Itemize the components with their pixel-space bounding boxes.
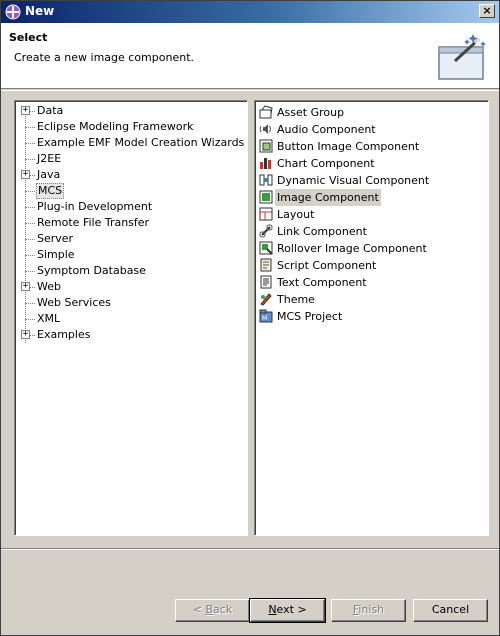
theme-icon xyxy=(260,293,272,306)
window-title: New xyxy=(25,4,55,18)
cancel-button[interactable]: Cancel xyxy=(413,599,488,622)
wizard-list-item[interactable]: M MCS Project xyxy=(257,308,487,325)
wizard-item-label: Script Component xyxy=(277,259,377,272)
tree-item-label: Java xyxy=(37,168,61,181)
rollover-image-icon xyxy=(259,241,273,255)
wizard-item-label: Asset Group xyxy=(277,106,345,119)
chart-icon xyxy=(260,158,271,169)
wizard-list[interactable]: Asset Group Audio Component Button Image C… xyxy=(254,100,489,536)
tree-item[interactable]: Web Services xyxy=(16,295,246,311)
wizard-list-item[interactable]: Script Component xyxy=(257,257,487,274)
svg-text:M: M xyxy=(262,315,267,322)
button-image-icon xyxy=(259,139,273,153)
header-title: Select xyxy=(9,31,48,44)
audio-icon xyxy=(259,124,271,134)
category-tree[interactable]: + Data Eclipse Modeling Framework Example E… xyxy=(14,100,248,536)
title-bar[interactable]: New × xyxy=(1,1,499,23)
wizard-item-label: Button Image Component xyxy=(277,140,420,153)
script-icon xyxy=(260,258,272,272)
wizard-list-item[interactable]: Layout xyxy=(257,206,487,223)
expand-plus-icon[interactable]: + xyxy=(21,106,30,115)
tree-item[interactable]: Simple xyxy=(16,247,246,263)
tree-item[interactable]: Example EMF Model Creation Wizards xyxy=(16,135,246,151)
wizard-item-label: Image Component xyxy=(275,189,381,206)
new-wizard-dialog: New × Select Create a new image componen… xyxy=(0,0,500,636)
tree-item-label: Simple xyxy=(37,248,75,261)
image-icon xyxy=(259,190,273,204)
tree-item-label: Remote File Transfer xyxy=(37,216,150,229)
wizard-item-label: Dynamic Visual Component xyxy=(277,174,430,187)
tree-item[interactable]: Remote File Transfer xyxy=(16,215,246,231)
dynamic-visual-icon xyxy=(259,174,273,186)
tree-item[interactable]: Symptom Database xyxy=(16,263,246,279)
tree-item[interactable]: J2EE xyxy=(16,151,246,167)
tree-item[interactable]: XML xyxy=(16,311,246,327)
tree-item[interactable]: + Java xyxy=(16,167,246,183)
wizard-item-label: Rollover Image Component xyxy=(277,242,427,255)
wizard-list-item[interactable]: Audio Component xyxy=(257,121,487,138)
tree-item-label: Symptom Database xyxy=(37,264,146,277)
tree-item-label: MCS xyxy=(36,183,65,199)
tree-item-label: Eclipse Modeling Framework xyxy=(37,120,194,133)
wizard-list-item[interactable]: Asset Group xyxy=(257,104,487,121)
next-button[interactable]: Next > xyxy=(249,598,326,623)
wizard-list-item[interactable]: Theme xyxy=(257,291,487,308)
wizard-item-label: Text Component xyxy=(277,276,367,289)
wizard-item-label: Link Component xyxy=(277,225,367,238)
expand-plus-icon[interactable]: + xyxy=(21,282,30,291)
wizard-list-item[interactable]: Image Component xyxy=(257,189,487,206)
tree-item[interactable]: Plug-in Development xyxy=(16,199,246,215)
wizard-list-item[interactable]: Button Image Component xyxy=(257,138,487,155)
tree-item-label: Web Services xyxy=(37,296,111,309)
wizard-list-item[interactable]: Dynamic Visual Component xyxy=(257,172,487,189)
tree-item-label: Web xyxy=(37,280,61,293)
tree-item[interactable]: + Examples xyxy=(16,327,246,343)
close-button[interactable]: × xyxy=(479,4,495,18)
eclipse-app-icon xyxy=(5,4,21,20)
wizard-item-label: Audio Component xyxy=(277,123,376,136)
layout-icon xyxy=(259,207,273,221)
tree-item-label: Examples xyxy=(37,328,91,341)
wizard-list-item[interactable]: Chart Component xyxy=(257,155,487,172)
wizard-item-label: Layout xyxy=(277,208,315,221)
new-wizard-banner-icon xyxy=(438,34,486,80)
link-icon xyxy=(259,224,273,238)
tree-item[interactable]: MCS xyxy=(16,183,246,199)
tree-item[interactable]: + Data xyxy=(16,103,246,119)
tree-item-label: Example EMF Model Creation Wizards xyxy=(37,136,245,149)
tree-item-label: XML xyxy=(37,312,61,325)
back-button[interactable]: < Back xyxy=(175,599,250,622)
mcs-project-icon: M xyxy=(259,309,273,323)
wizard-item-label: MCS Project xyxy=(277,310,343,323)
wizard-item-label: Theme xyxy=(277,293,315,306)
header-separator xyxy=(1,90,499,91)
wizard-list-item[interactable]: Text Component xyxy=(257,274,487,291)
expand-plus-icon[interactable]: + xyxy=(21,170,30,179)
tree-item-label: J2EE xyxy=(37,152,62,165)
finish-button[interactable]: Finish xyxy=(331,599,406,622)
wizard-list-item[interactable]: Rollover Image Component xyxy=(257,240,487,257)
wizard-list-item[interactable]: Link Component xyxy=(257,223,487,240)
tree-item-label: Data xyxy=(37,104,64,117)
header-description: Create a new image component. xyxy=(14,51,195,64)
tree-item-label: Server xyxy=(37,232,74,245)
wizard-header: Select Create a new image component. xyxy=(1,23,499,89)
expand-plus-icon[interactable]: + xyxy=(21,330,30,339)
text-icon xyxy=(260,275,272,289)
tree-item[interactable]: Server xyxy=(16,231,246,247)
tree-item[interactable]: + Web xyxy=(16,279,246,295)
tree-item-label: Plug-in Development xyxy=(37,200,153,213)
tree-item[interactable]: Eclipse Modeling Framework xyxy=(16,119,246,135)
wizard-item-label: Chart Component xyxy=(277,157,375,170)
asset-group-icon xyxy=(259,105,273,119)
